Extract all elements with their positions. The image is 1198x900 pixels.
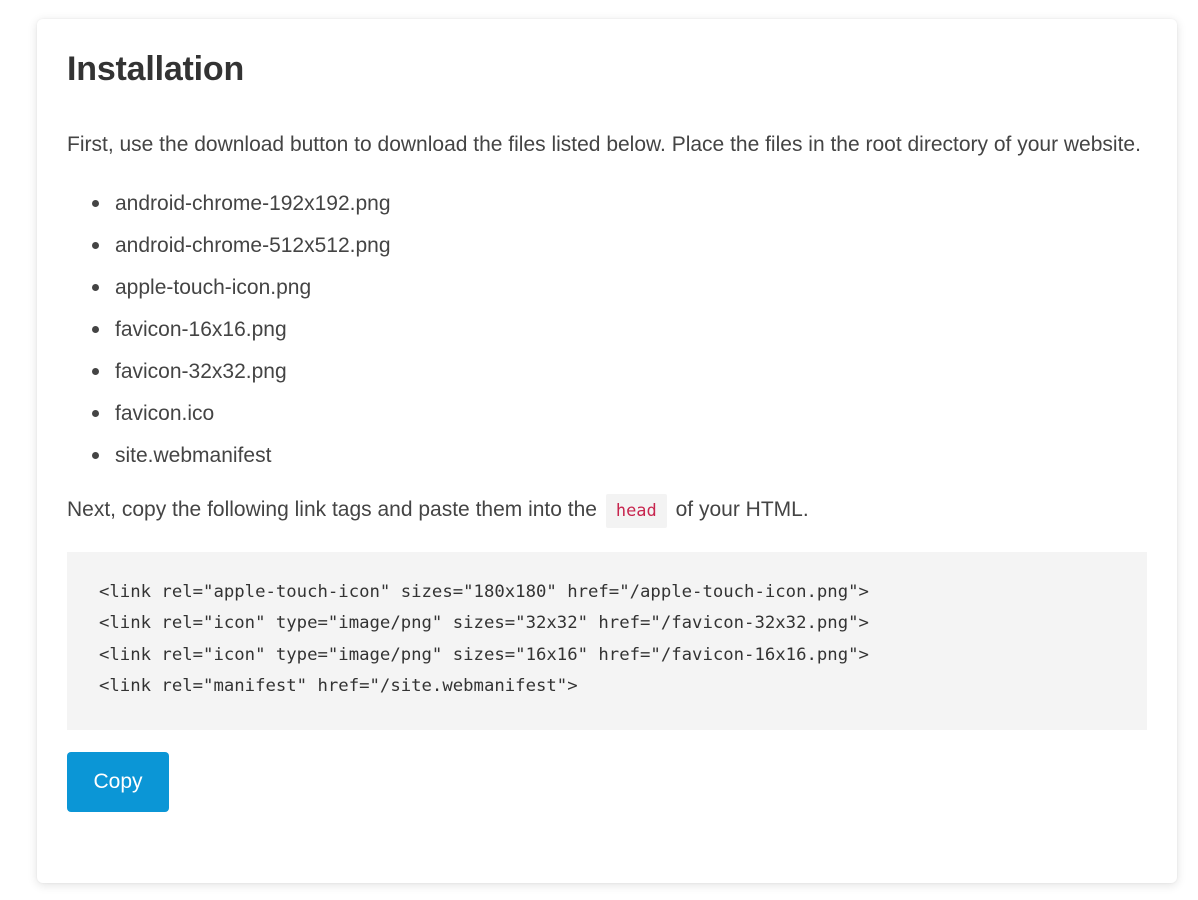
section-title: Installation bbox=[67, 50, 245, 88]
bullet-icon bbox=[92, 326, 99, 333]
list-item: android-chrome-512x512.png bbox=[92, 225, 1147, 267]
code-line: <link rel="apple-touch-icon" sizes="180x… bbox=[99, 582, 869, 602]
installation-card: Installation First, use the download but… bbox=[37, 19, 1177, 883]
inline-code-head: head bbox=[605, 494, 667, 528]
code-line: <link rel="icon" type="image/png" sizes=… bbox=[99, 613, 869, 634]
code-block[interactable]: <link rel="apple-touch-icon" sizes="180x… bbox=[67, 552, 1147, 730]
file-name: favicon-16x16.png bbox=[115, 318, 287, 341]
list-item: favicon.ico bbox=[92, 393, 1147, 435]
bullet-icon bbox=[92, 200, 99, 207]
file-name: favicon.ico bbox=[115, 402, 215, 425]
code-line: <link rel="manifest" href="/site.webmani… bbox=[99, 675, 578, 696]
file-name: favicon-32x32.png bbox=[115, 360, 287, 383]
file-name: android-chrome-512x512.png bbox=[115, 234, 391, 257]
next-paragraph: Next, copy the following link tags and p… bbox=[67, 491, 1147, 528]
list-item: apple-touch-icon.png bbox=[92, 267, 1147, 309]
next-text-before: Next, copy the following link tags and p… bbox=[67, 498, 597, 521]
file-name: site.webmanifest bbox=[115, 444, 272, 467]
list-item: favicon-32x32.png bbox=[92, 351, 1147, 393]
list-item: favicon-16x16.png bbox=[92, 309, 1147, 351]
list-item: android-chrome-192x192.png bbox=[92, 183, 1147, 225]
bullet-icon bbox=[92, 452, 99, 459]
intro-paragraph: First, use the download button to downlo… bbox=[67, 133, 1141, 156]
code-line: <link rel="icon" type="image/png" sizes=… bbox=[99, 644, 869, 665]
bullet-icon bbox=[92, 242, 99, 249]
file-list: android-chrome-192x192.png android-chrom… bbox=[67, 183, 1147, 477]
next-text-after: of your HTML. bbox=[675, 498, 809, 521]
file-name: android-chrome-192x192.png bbox=[115, 192, 391, 215]
file-name: apple-touch-icon.png bbox=[115, 276, 312, 299]
list-item: site.webmanifest bbox=[92, 435, 1147, 477]
copy-button[interactable]: Copy bbox=[67, 752, 169, 812]
bullet-icon bbox=[92, 368, 99, 375]
bullet-icon bbox=[92, 284, 99, 291]
bullet-icon bbox=[92, 410, 99, 417]
